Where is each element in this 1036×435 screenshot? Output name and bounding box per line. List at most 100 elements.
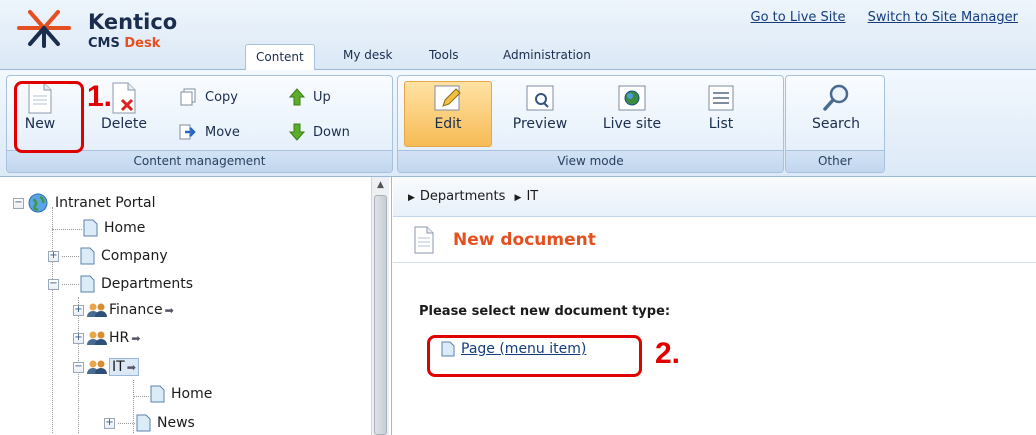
- other-group-title: Other: [786, 150, 884, 172]
- users-icon: [87, 303, 107, 317]
- tree-node-label: Intranet Portal: [55, 195, 156, 211]
- breadcrumb-it: IT: [526, 189, 539, 204]
- tree-node-news[interactable]: + News: [104, 414, 195, 432]
- tree-node-label: Home: [171, 386, 213, 402]
- delete-button-label: Delete: [101, 116, 147, 132]
- edit-mode-label: Edit: [434, 116, 462, 132]
- tree-node-label: HR: [109, 330, 130, 346]
- kentico-logo[interactable]: Kentico CMS Desk: [16, 6, 216, 56]
- switch-to-site-manager-link[interactable]: Switch to Site Manager: [868, 10, 1018, 25]
- collapse-icon[interactable]: −: [48, 278, 59, 290]
- copy-button[interactable]: Copy: [179, 88, 238, 106]
- expand-icon[interactable]: +: [104, 417, 115, 429]
- tree-node-label: Departments: [101, 276, 194, 292]
- tree-node-it-home[interactable]: Home: [149, 385, 212, 403]
- tree-node-label: News: [157, 415, 195, 431]
- page-icon: [80, 247, 95, 265]
- users-icon: [87, 331, 107, 345]
- collapse-icon[interactable]: −: [13, 197, 24, 209]
- search-button-label: Search: [811, 116, 861, 132]
- tree-node-home[interactable]: Home: [82, 219, 145, 237]
- link-arrow-icon: ➡: [126, 361, 136, 374]
- top-links: Go to Live Site Switch to Site Manager: [751, 10, 1036, 25]
- live-site-mode-button[interactable]: Live site: [594, 82, 670, 132]
- page-icon: [150, 385, 165, 403]
- tree-node-departments[interactable]: − Departments: [48, 275, 193, 293]
- tree-scrollbar[interactable]: ▲: [371, 177, 389, 435]
- tab-content[interactable]: Content: [245, 44, 315, 71]
- live-site-icon: [618, 85, 646, 111]
- product-name: CMS Desk: [88, 36, 161, 51]
- expand-icon[interactable]: +: [73, 332, 84, 344]
- tab-administration[interactable]: Administration: [503, 48, 591, 62]
- content-panel: ▶ Departments ▶ IT New document Please sel…: [393, 177, 1036, 435]
- app-header: Kentico CMS Desk Go to Live Site Switch …: [0, 0, 1036, 71]
- down-button-label: Down: [313, 124, 350, 140]
- tab-tools[interactable]: Tools: [429, 48, 459, 62]
- copy-button-label: Copy: [205, 89, 238, 105]
- tree-node-label: Company: [101, 248, 168, 264]
- kentico-logo-icon: [17, 10, 71, 48]
- annotation-step-2: 2.: [655, 337, 681, 370]
- view-mode-title: View mode: [398, 150, 783, 172]
- page-header: New document: [393, 218, 1036, 263]
- tree-node-company[interactable]: + Company: [48, 247, 168, 265]
- arrow-up-icon: [289, 88, 305, 106]
- arrow-down-icon: [289, 123, 305, 141]
- expand-icon[interactable]: +: [73, 304, 84, 316]
- list-mode-label: List: [708, 116, 734, 132]
- page-icon: [80, 275, 95, 293]
- up-button[interactable]: Up: [289, 88, 331, 106]
- copy-icon: [180, 88, 196, 106]
- search-button[interactable]: Search: [798, 82, 874, 132]
- preview-mode-button[interactable]: Preview: [504, 82, 576, 132]
- breadcrumb: ▶ Departments ▶ IT: [393, 177, 1036, 217]
- tree-node-intranet-portal[interactable]: − Intranet Portal: [13, 192, 155, 214]
- move-button-label: Move: [205, 124, 240, 140]
- link-arrow-icon: ➡: [131, 331, 141, 345]
- page-icon: [136, 414, 151, 432]
- tree-node-label: Finance: [109, 302, 163, 318]
- down-button[interactable]: Down: [289, 123, 350, 141]
- tab-my-desk[interactable]: My desk: [343, 48, 392, 62]
- doc-type-highlight: [427, 335, 642, 377]
- users-icon: [87, 360, 107, 374]
- collapse-icon[interactable]: −: [73, 361, 84, 373]
- tree-node-it[interactable]: − IT ➡: [73, 358, 139, 376]
- selected-node-label: IT ➡: [109, 358, 139, 376]
- brand-name: Kentico: [88, 10, 178, 34]
- preview-mode-label: Preview: [512, 116, 568, 132]
- instruction-text: Please select new document type:: [419, 304, 671, 319]
- link-arrow-icon: ➡: [164, 303, 174, 317]
- list-icon: [708, 85, 734, 111]
- annotation-step-1: 1.: [87, 80, 113, 113]
- other-group: Search Other: [785, 75, 885, 173]
- content-management-title: Content management: [7, 150, 392, 172]
- list-mode-button[interactable]: List: [693, 82, 749, 132]
- new-button-highlight: [14, 81, 84, 153]
- go-to-live-site-link[interactable]: Go to Live Site: [751, 10, 846, 25]
- preview-icon: [526, 85, 554, 111]
- page-icon: [83, 219, 98, 237]
- page-title: New document: [453, 230, 596, 250]
- ribbon-toolbar: New Delete Copy Move Up Down Content man…: [0, 70, 1036, 177]
- move-icon: [179, 124, 196, 140]
- live-site-mode-label: Live site: [602, 116, 662, 132]
- search-icon: [823, 84, 849, 111]
- scroll-up-icon[interactable]: ▲: [372, 177, 389, 194]
- tree-node-label: Home: [104, 220, 146, 236]
- move-button[interactable]: Move: [179, 123, 240, 141]
- scrollbar-thumb[interactable]: [374, 195, 387, 435]
- tree-node-hr[interactable]: + HR ➡: [73, 330, 140, 346]
- globe-icon: [28, 193, 48, 213]
- up-button-label: Up: [313, 89, 331, 105]
- edit-mode-button[interactable]: Edit: [420, 82, 476, 132]
- expand-icon[interactable]: +: [48, 250, 59, 262]
- delete-document-icon: [112, 82, 136, 114]
- content-tree: − Intranet Portal Home + Company − Depar…: [0, 177, 392, 435]
- edit-icon: [434, 85, 461, 111]
- tree-node-finance[interactable]: + Finance ➡: [73, 302, 174, 318]
- view-mode-group: Edit Preview Live site List View mode: [397, 75, 784, 173]
- breadcrumb-departments[interactable]: Departments: [420, 189, 505, 204]
- breadcrumb-arrow-icon: ▶: [514, 193, 522, 203]
